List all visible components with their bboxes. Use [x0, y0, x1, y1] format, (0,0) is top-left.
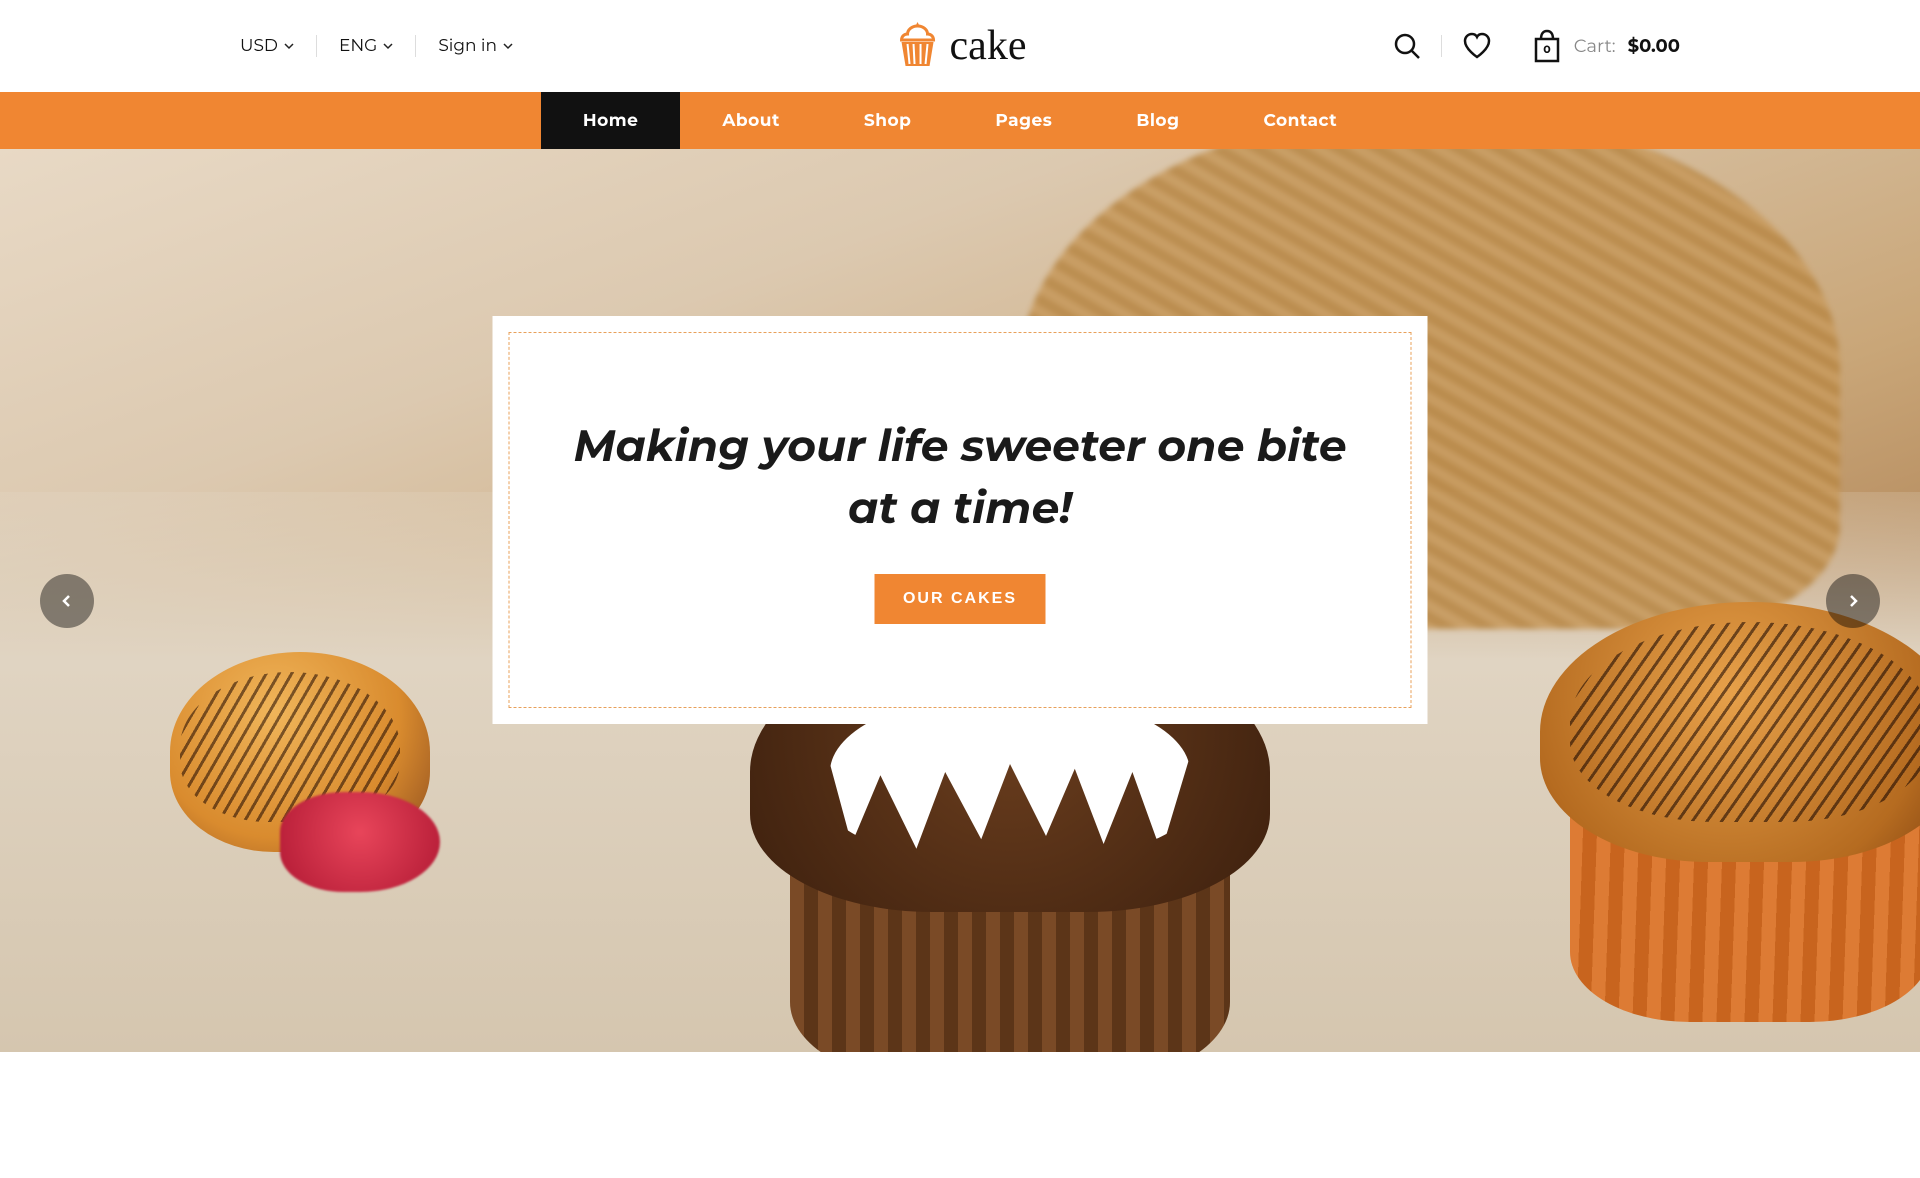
bag-icon: 0: [1532, 29, 1562, 63]
hero-title: Making your life sweeter one bite at a t…: [510, 416, 1411, 539]
chevron-right-icon: [1846, 594, 1860, 608]
signin-dropdown[interactable]: Sign in: [416, 36, 535, 56]
heart-icon: [1462, 32, 1492, 60]
search-icon: [1393, 32, 1421, 60]
logo[interactable]: cake: [894, 20, 1027, 72]
chevron-left-icon: [60, 594, 74, 608]
topbar-right: 0 Cart: $0.00: [1373, 29, 1680, 63]
our-cakes-button[interactable]: OUR CAKES: [875, 574, 1045, 624]
nav-about[interactable]: About: [680, 92, 821, 149]
nav-label: Contact: [1263, 111, 1337, 131]
chevron-down-icon: [383, 41, 393, 51]
slider-next-button[interactable]: [1826, 574, 1880, 628]
nav-contact[interactable]: Contact: [1221, 92, 1379, 149]
nav-blog[interactable]: Blog: [1094, 92, 1221, 149]
nav-home[interactable]: Home: [541, 92, 681, 149]
hero-card: Making your life sweeter one bite at a t…: [493, 316, 1428, 724]
hero-slider: Making your life sweeter one bite at a t…: [0, 149, 1920, 1052]
cupcake-icon: [894, 20, 942, 72]
cart-label: Cart:: [1574, 35, 1616, 57]
chevron-down-icon: [284, 41, 294, 51]
signin-label: Sign in: [438, 36, 497, 56]
wishlist-button[interactable]: [1442, 32, 1512, 60]
nav-shop[interactable]: Shop: [822, 92, 954, 149]
search-button[interactable]: [1373, 32, 1441, 60]
nav-pages[interactable]: Pages: [953, 92, 1094, 149]
topbar-left: USD ENG Sign in: [240, 35, 535, 57]
language-dropdown[interactable]: ENG: [317, 36, 415, 56]
hero-card-inner: Making your life sweeter one bite at a t…: [509, 332, 1412, 708]
main-nav: Home About Shop Pages Blog Contact: [0, 92, 1920, 149]
nav-label: Pages: [995, 111, 1052, 131]
language-label: ENG: [339, 36, 377, 56]
nav-label: Home: [583, 111, 639, 131]
currency-dropdown[interactable]: USD: [240, 36, 316, 56]
nav-label: Blog: [1136, 111, 1179, 131]
nav-label: About: [722, 111, 779, 131]
slider-prev-button[interactable]: [40, 574, 94, 628]
currency-label: USD: [240, 36, 278, 56]
nav-label: Shop: [864, 111, 912, 131]
logo-text: cake: [950, 22, 1027, 70]
cart-button[interactable]: 0 Cart: $0.00: [1512, 29, 1680, 63]
footer-gap: [0, 1052, 1920, 1178]
cart-price: $0.00: [1628, 35, 1680, 57]
top-bar: USD ENG Sign in cake: [0, 0, 1920, 92]
chevron-down-icon: [503, 41, 513, 51]
cart-count: 0: [1543, 42, 1551, 56]
